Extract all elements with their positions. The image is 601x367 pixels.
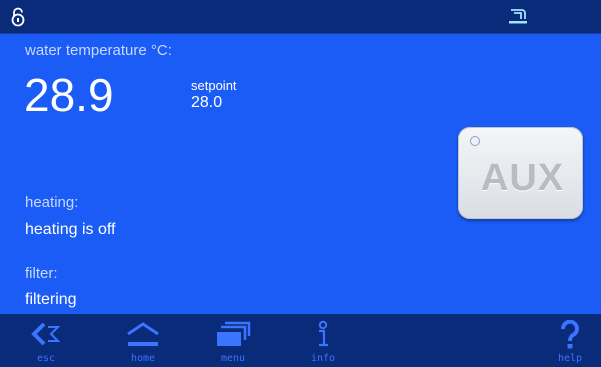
heating-status: heating is off — [25, 221, 116, 238]
home-button[interactable]: home — [123, 314, 163, 367]
help-question-icon — [561, 320, 579, 349]
aux-button-label: AUX — [480, 157, 565, 199]
water-temperature-value: 28.9 — [24, 69, 114, 121]
lock-open-icon — [11, 7, 25, 27]
help-label: help — [557, 353, 583, 364]
aux-indicator-led — [470, 136, 480, 146]
setpoint-value: 28.0 — [191, 94, 223, 111]
filter-label: filter: — [25, 265, 58, 282]
menu-icon — [217, 321, 251, 346]
info-button[interactable]: info — [306, 314, 340, 367]
pump-status-icon — [509, 9, 527, 24]
water-temperature-label: water temperature °C: — [25, 42, 172, 59]
info-icon — [318, 320, 328, 347]
aux-button[interactable]: AUX — [458, 127, 583, 219]
filter-status: filtering — [25, 291, 77, 308]
navigation-bar: esc home menu info help — [0, 314, 601, 367]
help-button[interactable]: help — [550, 314, 590, 367]
heating-label: heating: — [25, 194, 79, 211]
home-icon — [127, 322, 159, 346]
info-label: info — [310, 353, 336, 364]
home-label: home — [130, 353, 156, 364]
esc-button[interactable]: esc — [25, 314, 67, 367]
menu-label: menu — [220, 353, 246, 364]
control-panel-screen: water temperature °C: 28.9 setpoint 28.0… — [0, 0, 601, 367]
setpoint-label: setpoint — [191, 78, 237, 93]
back-arrow-icon — [31, 322, 61, 346]
status-bar — [0, 0, 601, 34]
menu-button[interactable]: menu — [212, 314, 254, 367]
esc-label: esc — [36, 353, 56, 364]
